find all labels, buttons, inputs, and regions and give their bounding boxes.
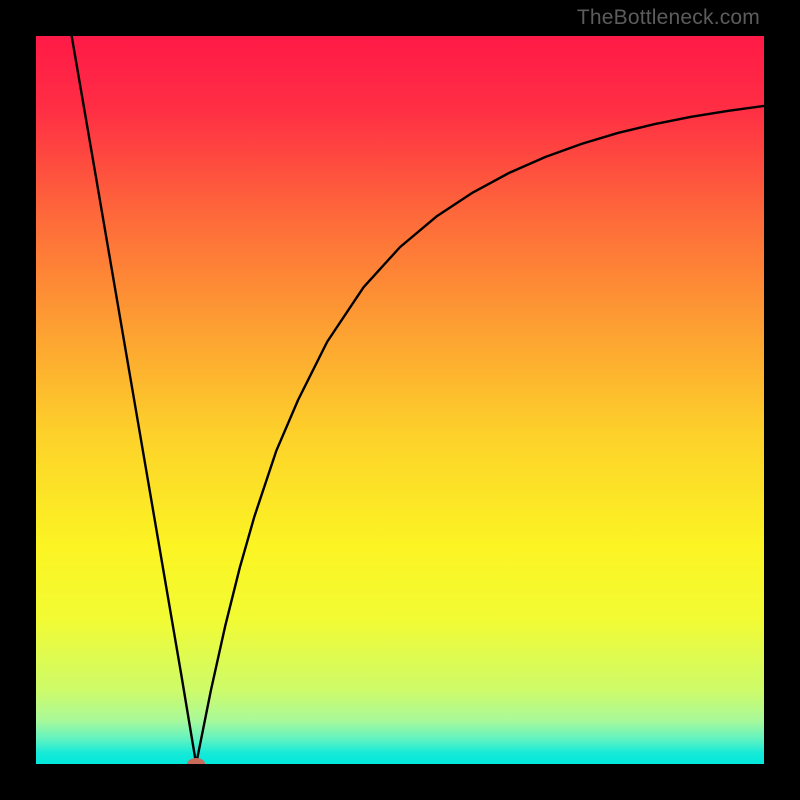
minimum-marker (187, 758, 205, 764)
plot-area (36, 36, 764, 764)
chart-frame: TheBottleneck.com (0, 0, 800, 800)
watermark-text: TheBottleneck.com (577, 6, 760, 30)
bottleneck-curve (36, 36, 764, 764)
